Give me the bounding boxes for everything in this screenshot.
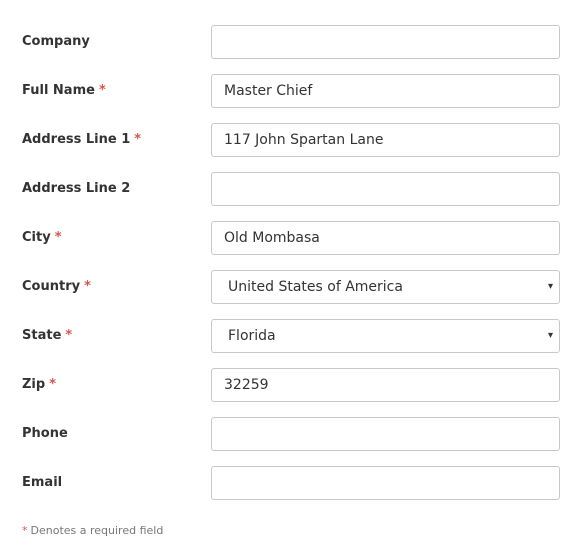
company-label: Company [22,34,90,49]
state-label: State * [22,328,73,343]
required-asterisk: * [84,279,91,294]
email-input[interactable] [211,466,560,500]
city-row: City * [0,221,581,255]
required-asterisk: * [134,132,142,147]
address-line-2-label: Address Line 2 [22,181,131,196]
country-select[interactable]: United States of America ▾ [211,270,560,304]
country-selected-value: United States of America [228,279,403,295]
full-name-input[interactable] [211,74,560,108]
address-line-1-row: Address Line 1 * [0,123,581,157]
required-field-note-text: Denotes a required field [30,524,164,537]
caret-down-icon: ▾ [547,281,553,292]
state-row: State * Florida ▾ [0,319,581,353]
city-input[interactable] [211,221,560,255]
phone-label: Phone [22,426,68,441]
required-asterisk: * [22,524,28,537]
email-row: Email [0,466,581,500]
required-asterisk: * [54,230,62,245]
phone-row: Phone [0,417,581,451]
address-line-1-input[interactable] [211,123,560,157]
address-form: Company Full Name* Address Line 1* Addre… [0,0,581,552]
address-line-2-row: Address Line 2 [0,172,581,206]
zip-row: Zip * [0,368,581,402]
full-name-row: Full Name * [0,74,581,108]
caret-down-icon: ▾ [547,330,553,341]
company-row: Company [0,25,581,59]
zip-input[interactable] [211,368,560,402]
zip-label: Zip * [22,377,57,392]
city-label: City * [22,230,62,245]
country-label: Country * [22,279,91,294]
country-row: Country * United States of America ▾ [0,270,581,304]
email-label: Email [22,475,63,490]
required-asterisk: * [98,83,106,98]
full-name-label: Full Name * [22,83,106,98]
address-line-2-input[interactable] [211,172,560,206]
state-selected-value: Florida [228,328,276,344]
required-asterisk: * [65,328,73,343]
company-input[interactable] [211,25,560,59]
state-select[interactable]: Florida ▾ [211,319,560,353]
phone-input[interactable] [211,417,560,451]
address-line-1-label: Address Line 1 * [22,132,142,147]
required-field-note: * Denotes a required field [22,522,163,540]
required-asterisk: * [49,377,57,392]
